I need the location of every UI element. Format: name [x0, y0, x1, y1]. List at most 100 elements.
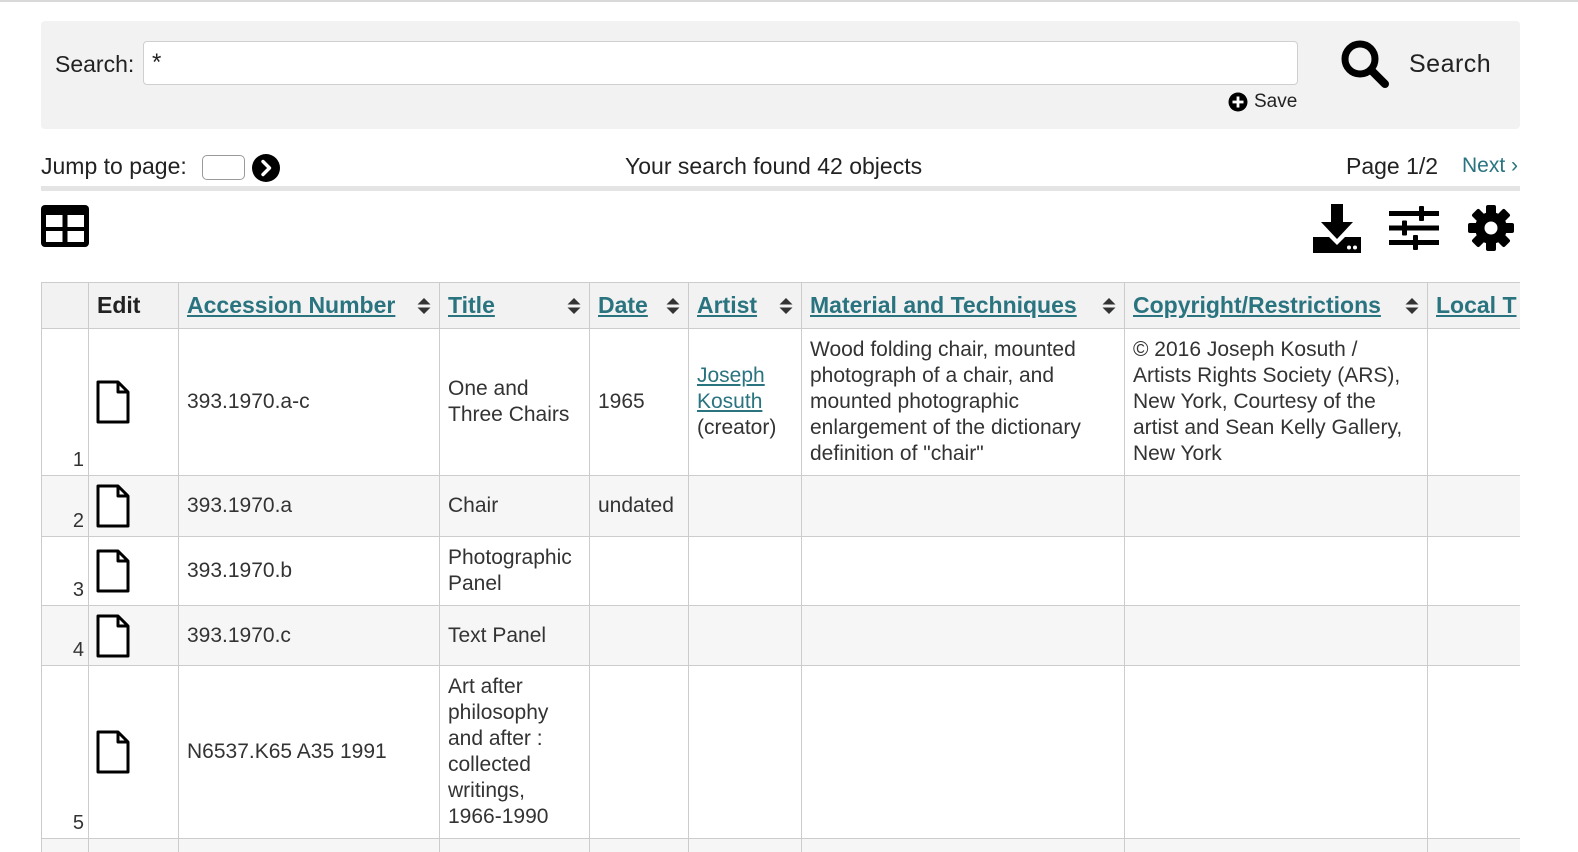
local-cell: [1428, 537, 1521, 606]
artist-cell: Joseph Kosuth (creator): [689, 329, 802, 476]
edit-cell[interactable]: [89, 666, 179, 839]
artist-header[interactable]: Artist: [689, 283, 802, 329]
copyright-cell: [1125, 606, 1428, 666]
sort-link-artist[interactable]: Artist: [697, 292, 757, 319]
accession-number-header[interactable]: Accession Number: [179, 283, 440, 329]
table-row[interactable]: 1 393.1970.a-c One and Three Chairs 1965…: [42, 329, 1521, 476]
table-view-icon[interactable]: [41, 205, 89, 247]
row-number: 1: [42, 329, 89, 476]
search-icon: [1339, 38, 1391, 90]
row-number: 4: [42, 606, 89, 666]
material-cell: [802, 537, 1125, 606]
material-header[interactable]: Material and Techniques: [802, 283, 1125, 329]
edit-cell[interactable]: [89, 476, 179, 537]
sort-link-title[interactable]: Title: [448, 292, 495, 319]
material-cell: [802, 606, 1125, 666]
copyright-cell: [1125, 476, 1428, 537]
search-input[interactable]: [143, 41, 1298, 85]
result-count: Your search found 42 objects: [625, 153, 922, 180]
search-button[interactable]: Search: [1339, 36, 1504, 92]
row-number: 5: [42, 666, 89, 839]
sort-icon[interactable]: [1102, 298, 1116, 314]
edit-header: Edit: [89, 283, 179, 329]
sort-link-local[interactable]: Local T: [1436, 292, 1517, 318]
artist-link[interactable]: Joseph Kosuth: [697, 364, 765, 413]
sliders-icon[interactable]: [1389, 206, 1439, 250]
accession-cell: 393.1970.c: [179, 606, 440, 666]
chevron-right-circle-icon[interactable]: [252, 154, 280, 182]
save-search-button[interactable]: Save: [1228, 91, 1297, 113]
title-cell: Chair: [440, 476, 590, 537]
artist-cell: [689, 666, 802, 839]
jump-to-page-label: Jump to page:: [41, 153, 187, 180]
sort-icon[interactable]: [417, 298, 431, 314]
material-cell: [802, 666, 1125, 839]
document-icon[interactable]: [96, 614, 130, 658]
artist-role: (creator): [697, 416, 776, 439]
pager-row: Jump to page: Your search found 42 objec…: [41, 149, 1520, 185]
accession-cell: 393.1970.a: [179, 476, 440, 537]
artist-cell: [689, 537, 802, 606]
title-header[interactable]: Title: [440, 283, 590, 329]
edit-cell[interactable]: [89, 329, 179, 476]
date-cell: undated: [590, 476, 689, 537]
material-cell: [802, 476, 1125, 537]
copyright-header[interactable]: Copyright/Restrictions: [1125, 283, 1428, 329]
download-icon[interactable]: [1312, 203, 1362, 253]
sort-icon[interactable]: [666, 298, 680, 314]
table-row[interactable]: 4 393.1970.c Text Panel: [42, 606, 1521, 666]
local-cell: [1428, 606, 1521, 666]
document-icon[interactable]: [96, 380, 130, 424]
local-cell: [1428, 476, 1521, 537]
local-header[interactable]: Local T: [1428, 283, 1521, 329]
edit-cell[interactable]: [89, 537, 179, 606]
results-table: Edit Accession Number Title Date Artist …: [41, 282, 1520, 852]
row-number: 2: [42, 476, 89, 537]
sort-icon[interactable]: [567, 298, 581, 314]
next-page-link[interactable]: Next ›: [1462, 154, 1518, 178]
sort-link-accession-number[interactable]: Accession Number: [187, 292, 395, 319]
row-number-header: [42, 283, 89, 329]
table-row[interactable]: 3 393.1970.b Photographic Panel: [42, 537, 1521, 606]
accession-cell: 393.1970.b: [179, 537, 440, 606]
search-button-label: Search: [1409, 50, 1491, 79]
search-label: Search:: [55, 51, 134, 78]
title-cell: Photographic Panel: [440, 537, 590, 606]
sort-link-material[interactable]: Material and Techniques: [810, 292, 1077, 319]
document-icon[interactable]: [96, 730, 130, 774]
edit-header-label: Edit: [97, 292, 140, 318]
table-row[interactable]: 2 393.1970.a Chair undated: [42, 476, 1521, 537]
table-row[interactable]: 5 N6537.K65 A35 1991 Art after philosoph…: [42, 666, 1521, 839]
local-cell: [1428, 329, 1521, 476]
local-cell: [1428, 666, 1521, 839]
sort-link-copyright[interactable]: Copyright/Restrictions: [1133, 292, 1381, 319]
sort-icon[interactable]: [779, 298, 793, 314]
sort-link-date[interactable]: Date: [598, 292, 648, 319]
title-cell: Art after philosophy and after : collect…: [440, 666, 590, 839]
copyright-cell: [1125, 537, 1428, 606]
date-cell: [590, 606, 689, 666]
gear-icon[interactable]: [1467, 204, 1515, 252]
plus-circle-icon: [1228, 92, 1248, 112]
row-number: 3: [42, 537, 89, 606]
results-table-container[interactable]: Edit Accession Number Title Date Artist …: [41, 282, 1520, 852]
jump-to-page-input[interactable]: [202, 155, 245, 180]
date-header[interactable]: Date: [590, 283, 689, 329]
copyright-cell: © 2016 Joseph Kosuth / Artists Rights So…: [1125, 329, 1428, 476]
divider: [41, 186, 1520, 191]
title-cell: Text Panel: [440, 606, 590, 666]
document-icon[interactable]: [96, 549, 130, 593]
edit-cell[interactable]: [89, 606, 179, 666]
date-cell: [590, 666, 689, 839]
accession-cell: 393.1970.a-c: [179, 329, 440, 476]
sort-icon[interactable]: [1405, 298, 1419, 314]
table-header-row: Edit Accession Number Title Date Artist …: [42, 283, 1521, 329]
date-cell: [590, 537, 689, 606]
search-panel: Search: Search Save: [41, 21, 1520, 129]
material-cell: Wood folding chair, mounted photograph o…: [802, 329, 1125, 476]
copyright-cell: [1125, 666, 1428, 839]
save-label: Save: [1254, 91, 1297, 113]
date-cell: 1965: [590, 329, 689, 476]
document-icon[interactable]: [96, 484, 130, 528]
title-cell: One and Three Chairs: [440, 329, 590, 476]
